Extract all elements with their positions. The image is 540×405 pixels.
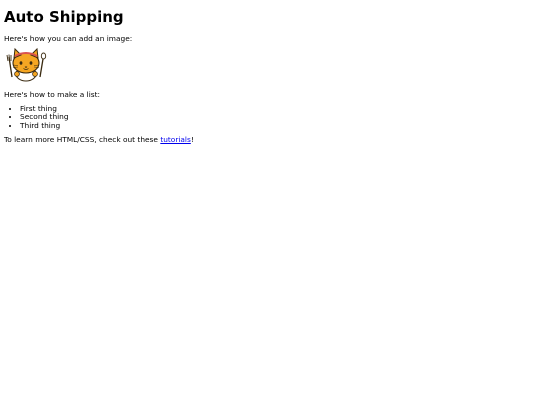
image-intro-text: Here's how you can add an image: <box>4 34 133 43</box>
example-list: First thing Second thing Third thing <box>4 105 536 130</box>
tutorials-link[interactable]: tutorials <box>160 135 191 144</box>
outro-prefix: To learn more HTML/CSS, check out these <box>4 134 161 144</box>
cat-chef-mascot-icon <box>6 48 47 82</box>
page: Auto Shipping Here's how you can add an … <box>0 0 540 144</box>
list-item: Second thing <box>20 113 536 121</box>
list-intro-text: Here's how to make a list: <box>4 90 100 100</box>
list-item: First thing <box>20 105 536 113</box>
outro-suffix: ! <box>190 134 194 144</box>
page-title: Auto Shipping <box>4 8 124 26</box>
list-item: Third thing <box>20 121 536 130</box>
outro-text: To learn more HTML/CSS, check out these … <box>4 134 536 144</box>
